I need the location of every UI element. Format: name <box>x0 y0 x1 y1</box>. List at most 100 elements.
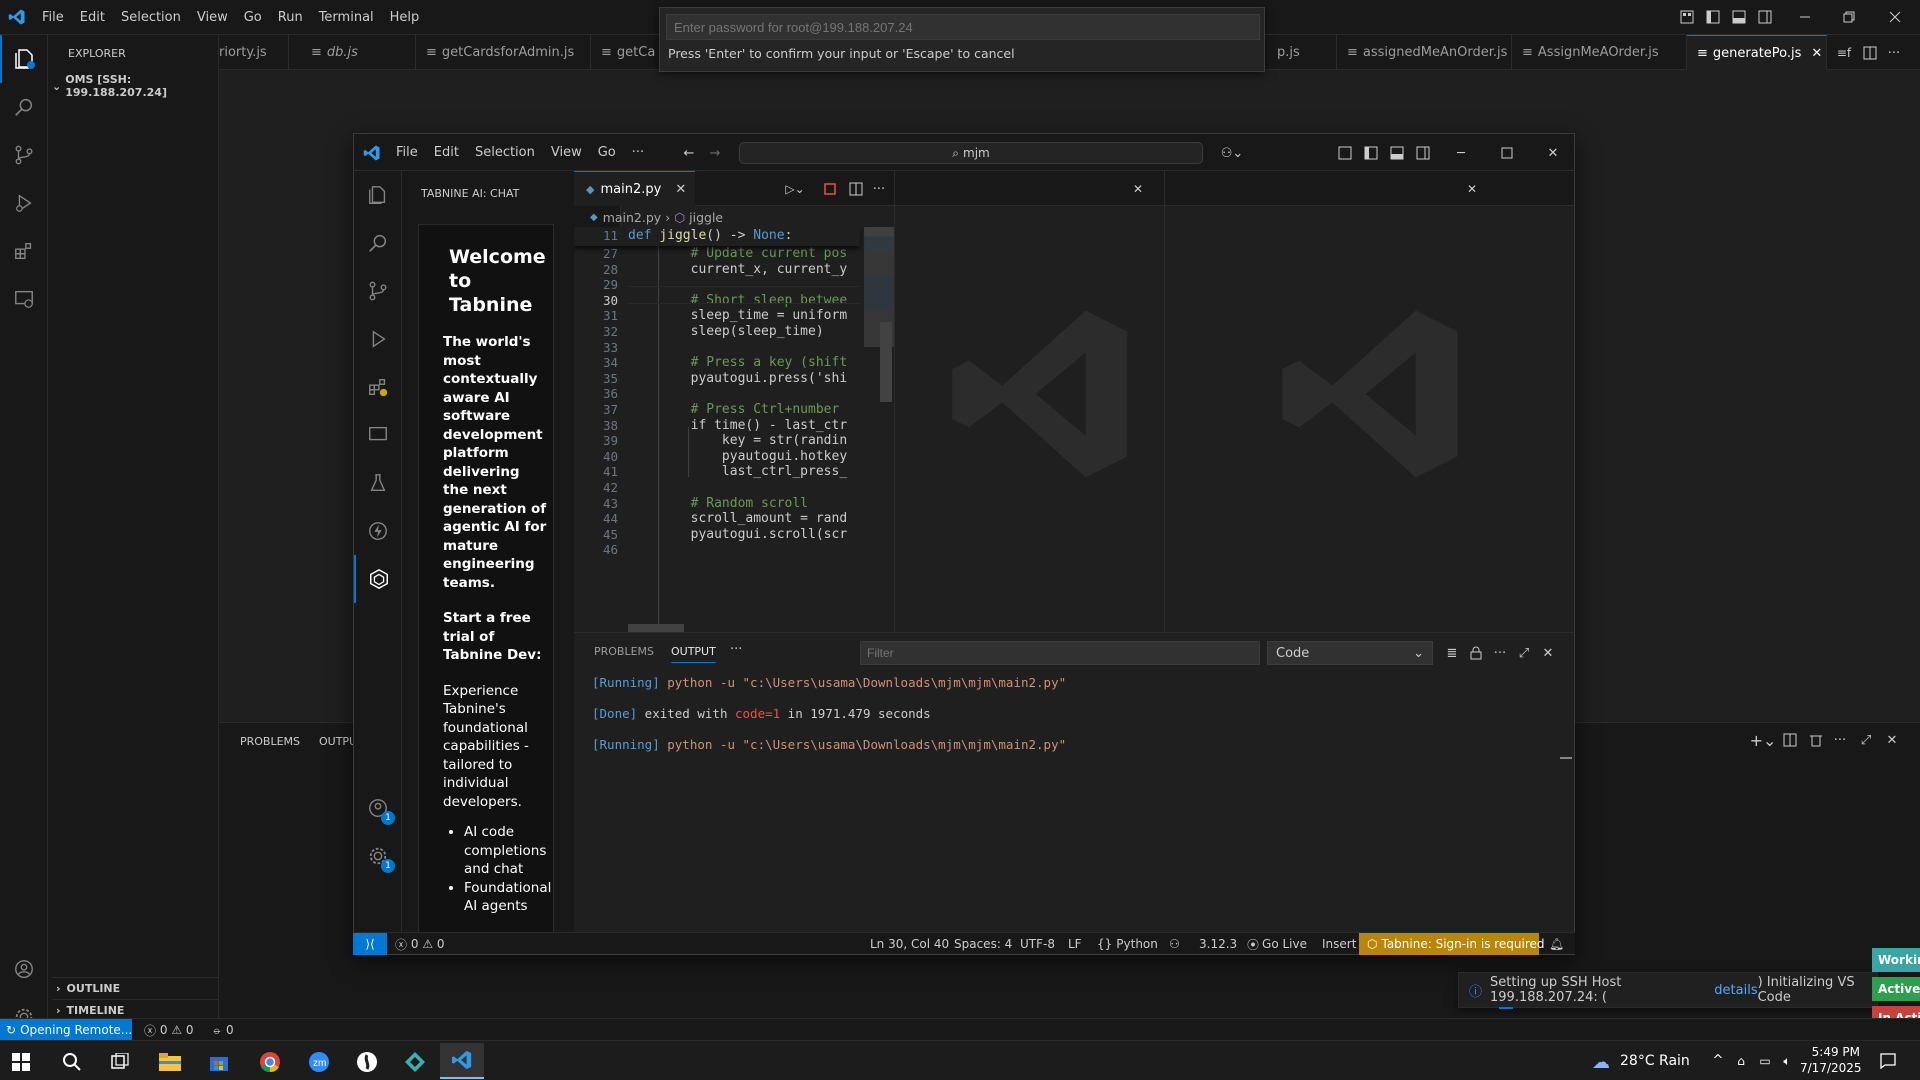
tab-assignmeaorder[interactable]: ≡ AssignMeAOrder.js <box>1512 35 1687 70</box>
panel-more[interactable]: ··· <box>730 642 742 657</box>
split-editor-icon[interactable] <box>1861 44 1879 62</box>
close-group-icon[interactable]: ✕ <box>1464 181 1480 197</box>
task-view-icon[interactable] <box>108 1050 132 1074</box>
vscode-taskbar-icon[interactable] <box>440 1043 484 1079</box>
output-scrollbar[interactable] <box>1560 757 1572 759</box>
forward-arrow-icon[interactable]: → <box>706 144 724 162</box>
tab-priority[interactable]: riorty.js <box>219 35 289 70</box>
search-icon[interactable] <box>0 83 48 131</box>
output-channel-select[interactable]: Code ⌄ <box>1267 641 1433 665</box>
close-window-icon[interactable]: ✕ <box>1544 144 1562 162</box>
store-icon[interactable] <box>207 1050 231 1074</box>
run-python-icon[interactable]: ▷⌄ <box>784 181 806 197</box>
lock-icon[interactable] <box>1468 645 1484 661</box>
output-filter-input[interactable] <box>860 641 1260 665</box>
indentation[interactable]: Spaces: 4 <box>954 933 1012 955</box>
tab-generatepo[interactable]: ≡ generatePo.js ✕ <box>1687 35 1827 70</box>
account-icon[interactable]: 1 <box>354 784 402 832</box>
breadcrumb-symbol[interactable]: jiggle <box>689 210 723 225</box>
back-arrow-icon[interactable]: ← <box>680 144 698 162</box>
editor-mode[interactable]: Insert <box>1322 933 1356 955</box>
language-mode[interactable]: {} Python <box>1097 933 1158 955</box>
run-debug-icon[interactable] <box>354 315 402 363</box>
toggle-sidebar-icon[interactable] <box>1362 144 1380 162</box>
sticky-scroll[interactable]: 11 def jiggle() -> None: <box>574 227 860 246</box>
display-icon[interactable]: ▭ <box>1756 1052 1774 1070</box>
menu-help[interactable]: Help <box>382 10 428 25</box>
maximize-panel-icon[interactable]: ⤢ <box>1516 645 1532 661</box>
zoom-icon[interactable]: zm <box>306 1049 332 1075</box>
horizontal-scrollbar[interactable] <box>628 624 684 632</box>
output-log[interactable]: [Running] python -u "c:\Users\usama\Down… <box>592 675 1552 753</box>
split-terminal-icon[interactable] <box>1781 731 1799 749</box>
remote-opening-indicator[interactable]: ↻ Opening Remote... <box>0 1019 132 1041</box>
toggle-panel-icon[interactable] <box>1388 144 1406 162</box>
menu-view[interactable]: View <box>543 145 590 160</box>
ports-indicator[interactable]: ⦵ 0 <box>212 1019 234 1041</box>
chrome-icon[interactable] <box>257 1049 283 1075</box>
open-changes-icon[interactable]: ≡f <box>1833 44 1855 62</box>
panel-tab-output[interactable]: OUTPUT <box>671 645 716 663</box>
more-actions-icon[interactable]: ··· <box>870 181 888 197</box>
restore-icon[interactable] <box>1840 8 1858 26</box>
remote-explorer-icon[interactable] <box>0 275 48 323</box>
close-panel-icon[interactable]: ✕ <box>1540 645 1556 661</box>
tabnine-icon[interactable] <box>354 555 402 603</box>
tab-pjs[interactable]: p.js <box>1267 35 1337 70</box>
tabnine-status[interactable]: ⬡ Tabnine: Sign-in is required <box>1359 933 1545 955</box>
details-link[interactable]: details <box>1714 983 1757 998</box>
panel-tab-output[interactable]: OUTPU <box>319 735 357 748</box>
menu-edit[interactable]: Edit <box>72 10 113 25</box>
cursor-position[interactable]: Ln 30, Col 40 <box>870 933 949 955</box>
extensions-icon[interactable] <box>354 363 402 411</box>
app-icon-2[interactable] <box>402 1049 428 1075</box>
panel-tab-problems[interactable]: PROBLEMS <box>594 645 654 658</box>
clear-output-icon[interactable]: ≣ <box>1444 645 1460 661</box>
network-icon[interactable]: ⌂ <box>1732 1052 1750 1070</box>
python-version[interactable]: 3.12.3 <box>1199 933 1237 955</box>
lightning-icon[interactable] <box>354 507 402 555</box>
menu-go[interactable]: Go <box>236 10 270 25</box>
close-tab-icon[interactable]: ✕ <box>675 182 686 197</box>
minimize-icon[interactable]: ─ <box>1452 144 1470 162</box>
windows-start-icon[interactable] <box>10 1051 32 1073</box>
search-icon[interactable] <box>354 219 402 267</box>
root-folder[interactable]: ⌄ OMS [SSH: 199.188.207.24] <box>52 73 218 99</box>
remote-indicator[interactable]: ⟩⟨ <box>353 933 387 955</box>
toggle-sidebar-icon[interactable] <box>1704 8 1722 26</box>
minimize-icon[interactable] <box>1796 8 1814 26</box>
menu-file[interactable]: File <box>34 10 72 25</box>
explorer-icon[interactable] <box>354 171 402 219</box>
volume-icon[interactable]: 🔈︎ <box>1778 1052 1796 1070</box>
menu-terminal[interactable]: Terminal <box>311 10 382 25</box>
tab-db[interactable]: ≡ db.js <box>301 35 416 70</box>
toggle-secondary-sidebar-icon[interactable] <box>1414 144 1432 162</box>
menu-more[interactable]: ··· <box>624 145 652 160</box>
status-pill-active[interactable]: Active <box>1872 977 1920 1001</box>
trash-icon[interactable] <box>1807 731 1825 749</box>
copilot-status-icon[interactable]: ⚇ <box>1169 933 1180 955</box>
breadcrumb-file[interactable]: main2.py <box>603 210 662 225</box>
command-center-search[interactable]: ⌕ mjm <box>739 142 1203 164</box>
more-icon[interactable]: ··· <box>1831 731 1849 749</box>
tab-main2py[interactable]: ◆ main2.py ✕ <box>574 171 695 206</box>
vertical-scrollbar[interactable] <box>880 322 892 402</box>
close-group-icon[interactable]: ✕ <box>1130 181 1146 197</box>
source-control-icon[interactable] <box>354 267 402 315</box>
close-panel-icon[interactable]: ✕ <box>1883 731 1901 749</box>
remote-explorer-icon[interactable] <box>354 411 402 459</box>
toggle-secondary-sidebar-icon[interactable] <box>1756 8 1774 26</box>
password-input[interactable] <box>666 14 1260 40</box>
notifications-bell-icon[interactable]: 🔔︎ <box>1549 933 1564 955</box>
customize-layout-icon[interactable] <box>1678 8 1696 26</box>
menu-selection[interactable]: Selection <box>113 10 189 25</box>
weather-text[interactable]: 28°C Rain <box>1620 1050 1690 1072</box>
more-icon[interactable]: ··· <box>1492 645 1508 661</box>
menu-file[interactable]: File <box>388 145 426 160</box>
split-editor-icon[interactable] <box>848 181 864 197</box>
maximize-icon[interactable] <box>1498 144 1516 162</box>
menu-edit[interactable]: Edit <box>426 145 467 160</box>
account-icon[interactable] <box>0 945 48 993</box>
more-actions-icon[interactable]: ··· <box>1885 44 1903 62</box>
menu-go[interactable]: Go <box>590 145 624 160</box>
